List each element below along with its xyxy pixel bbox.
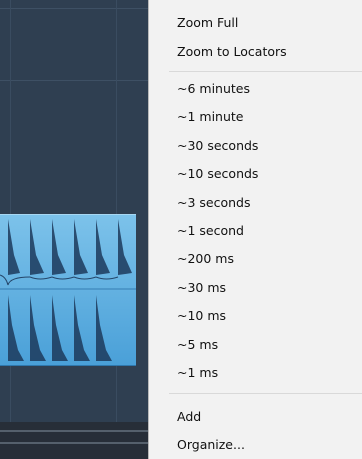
zoom-context-menu: Zoom Full Zoom to Locators ~6 minutes ~1… [148, 0, 362, 459]
menu-item-zoom-1-ms[interactable]: ~1 ms [177, 366, 218, 380]
menu-item-zoom-30-seconds[interactable]: ~30 seconds [177, 139, 258, 153]
lower-zone [0, 422, 148, 459]
menu-item-zoom-10-seconds[interactable]: ~10 seconds [177, 167, 258, 181]
menu-item-add[interactable]: Add [177, 410, 201, 424]
menu-item-zoom-1-second[interactable]: ~1 second [177, 224, 244, 238]
menu-separator [169, 71, 362, 72]
waveform-graphic [0, 219, 136, 361]
menu-item-zoom-6-minutes[interactable]: ~6 minutes [177, 82, 250, 96]
menu-item-zoom-3-seconds[interactable]: ~3 seconds [177, 196, 251, 210]
menu-item-zoom-30-ms[interactable]: ~30 ms [177, 281, 226, 295]
track-divider [0, 80, 148, 81]
menu-item-zoom-10-ms[interactable]: ~10 ms [177, 309, 226, 323]
menu-item-organize[interactable]: Organize... [177, 438, 245, 452]
menu-item-zoom-to-locators[interactable]: Zoom to Locators [177, 45, 287, 59]
divider [0, 430, 148, 432]
menu-item-zoom-5-ms[interactable]: ~5 ms [177, 338, 218, 352]
audio-event[interactable] [0, 214, 136, 366]
menu-item-zoom-200-ms[interactable]: ~200 ms [177, 252, 234, 266]
divider [0, 442, 148, 444]
menu-item-zoom-full[interactable]: Zoom Full [177, 16, 238, 30]
arrange-window[interactable] [0, 0, 148, 459]
track-divider [0, 8, 148, 9]
menu-item-zoom-1-minute[interactable]: ~1 minute [177, 110, 244, 124]
menu-separator [169, 393, 362, 394]
